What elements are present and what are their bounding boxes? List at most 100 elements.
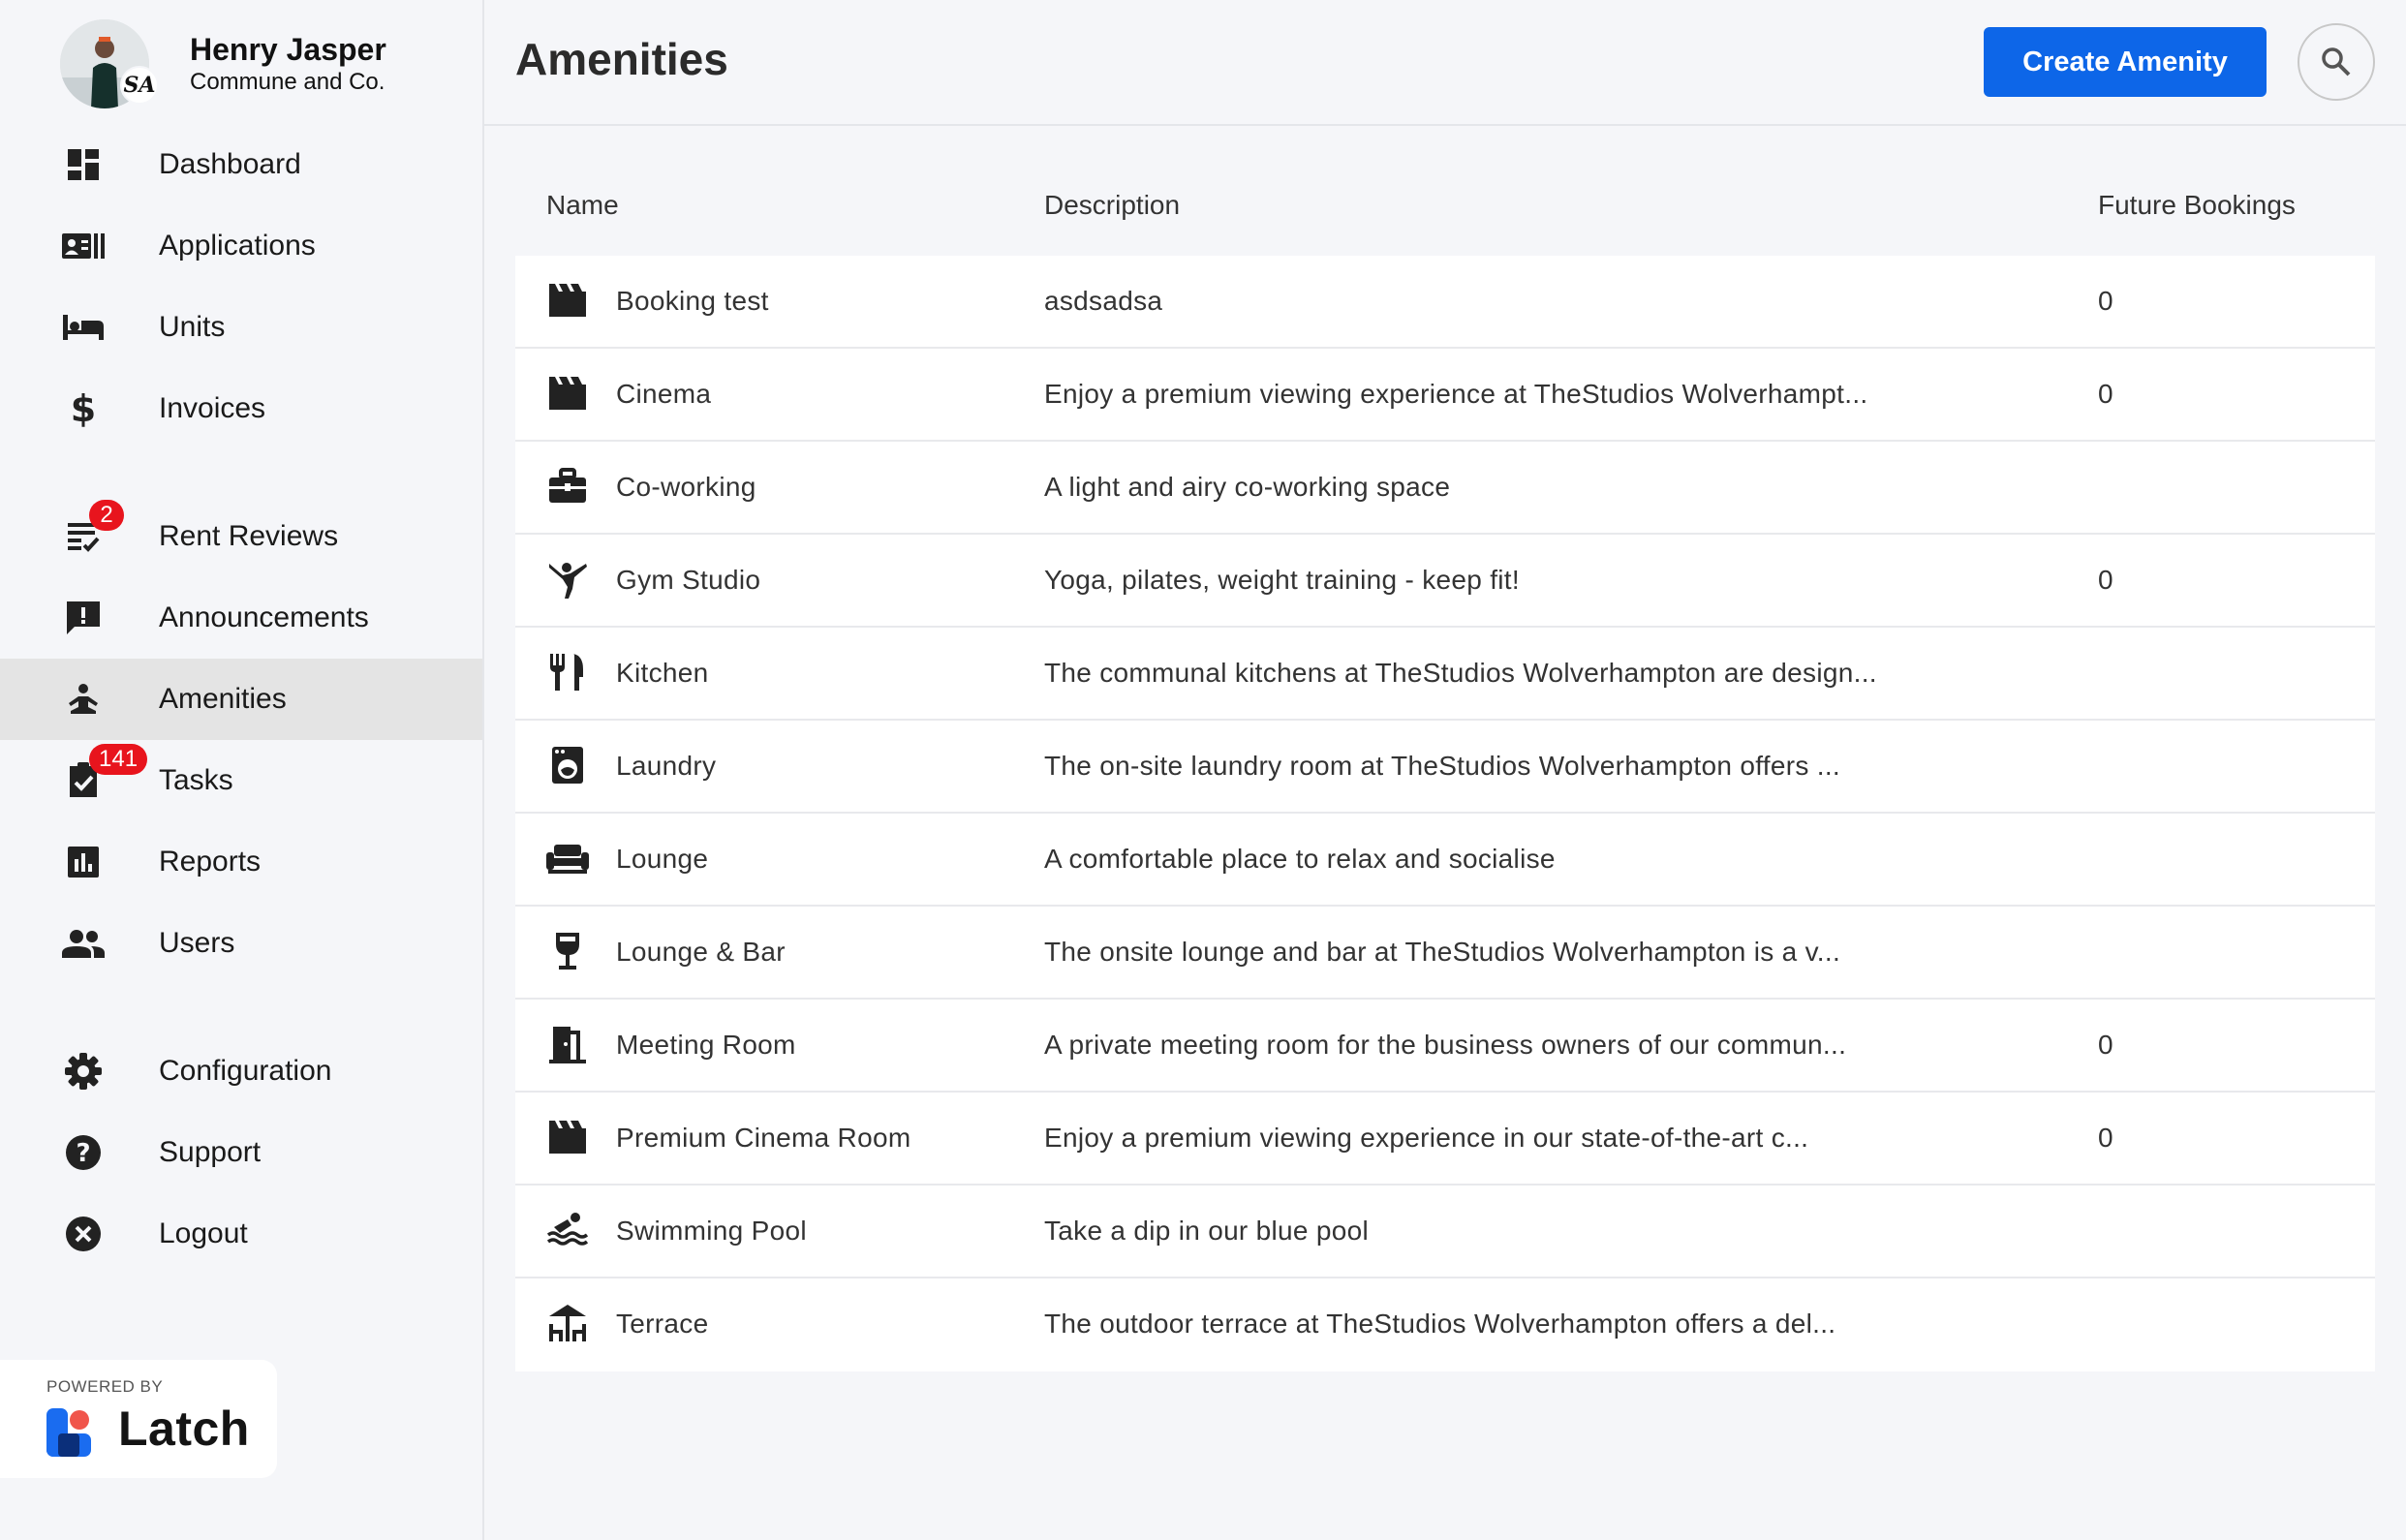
- door-icon: [546, 1023, 589, 1065]
- notification-badge: 2: [89, 500, 124, 531]
- column-header-future-bookings[interactable]: Future Bookings: [2098, 167, 2296, 244]
- future-bookings-count: 0: [2098, 379, 2113, 409]
- cutlery-icon: [546, 651, 589, 693]
- table-row[interactable]: Terrace The outdoor terrace at TheStudio…: [515, 1278, 2375, 1371]
- powered-by-label: POWERED BY: [46, 1377, 164, 1396]
- notification-badge: 141: [89, 744, 148, 775]
- nav-item-units[interactable]: Units: [0, 287, 482, 368]
- nav-item-invoices[interactable]: $ Invoices: [0, 368, 482, 449]
- table-row[interactable]: Gym Studio Yoga, pilates, weight trainin…: [515, 535, 2375, 628]
- amenity-name: Cinema: [616, 379, 712, 409]
- bar-chart-icon: [60, 843, 107, 881]
- nav-item-logout[interactable]: Logout: [0, 1193, 482, 1275]
- create-amenity-button[interactable]: Create Amenity: [1984, 27, 2267, 97]
- amenity-name: Booking test: [616, 286, 769, 316]
- wine-glass-icon: [546, 930, 589, 972]
- amenity-description: A comfortable place to relax and sociali…: [1044, 844, 1556, 874]
- amenity-name: Swimming Pool: [616, 1216, 807, 1246]
- user-profile[interactable]: SA Henry Jasper Commune and Co.: [60, 17, 386, 110]
- help-icon: ?: [60, 1133, 107, 1172]
- amenity-description: Yoga, pilates, weight training - keep fi…: [1044, 565, 1520, 595]
- search-icon: [2322, 47, 2351, 77]
- people-icon: [60, 924, 107, 963]
- future-bookings-count: 0: [2098, 565, 2113, 595]
- amenity-description: Enjoy a premium viewing experience at Th…: [1044, 379, 1868, 409]
- amenity-description: The onsite lounge and bar at TheStudios …: [1044, 937, 1841, 967]
- amenity-description: The outdoor terrace at TheStudios Wolver…: [1044, 1309, 1836, 1339]
- washing-machine-icon: [546, 744, 589, 786]
- table-row[interactable]: Cinema Enjoy a premium viewing experienc…: [515, 349, 2375, 442]
- gymnastics-icon: [546, 558, 589, 601]
- table-header: Name Description Future Bookings: [515, 167, 2375, 256]
- user-name: Henry Jasper: [190, 32, 386, 67]
- bed-icon: [60, 308, 107, 347]
- nav-item-applications[interactable]: Applications: [0, 205, 482, 287]
- dollar-icon: $: [60, 389, 107, 428]
- nav-label: Configuration: [159, 1055, 332, 1087]
- svg-text:?: ?: [76, 1139, 90, 1168]
- column-header-name[interactable]: Name: [546, 167, 619, 244]
- amenities-table: Name Description Future Bookings Booking…: [515, 167, 2375, 1371]
- amenity-name: Lounge & Bar: [616, 937, 786, 967]
- table-row[interactable]: Lounge A comfortable place to relax and …: [515, 814, 2375, 907]
- nav-label: Applications: [159, 230, 316, 262]
- table-row[interactable]: Laundry The on-site laundry room at TheS…: [515, 721, 2375, 814]
- amenity-description: The communal kitchens at TheStudios Wolv…: [1044, 658, 1877, 688]
- nav-item-users[interactable]: Users: [0, 903, 482, 984]
- table-row[interactable]: Meeting Room A private meeting room for …: [515, 1000, 2375, 1093]
- amenity-name: Laundry: [616, 751, 717, 781]
- powered-by-badge: POWERED BY Latch: [0, 1360, 277, 1478]
- amenity-name: Lounge: [616, 844, 709, 874]
- nav-label: Support: [159, 1136, 262, 1168]
- amenity-name: Premium Cinema Room: [616, 1123, 911, 1153]
- table-row[interactable]: Booking test asdsadsa 0: [515, 256, 2375, 349]
- nav-label: Invoices: [159, 392, 266, 424]
- table-row[interactable]: Lounge & Bar The onsite lounge and bar a…: [515, 907, 2375, 1000]
- nav-item-announcements[interactable]: Announcements: [0, 577, 482, 659]
- amenity-name: Co-working: [616, 472, 756, 502]
- nav-label: Rent Reviews: [159, 520, 339, 552]
- table-row[interactable]: Co-working A light and airy co-working s…: [515, 442, 2375, 535]
- avatar: SA: [60, 19, 159, 108]
- nav-item-rent-reviews[interactable]: 2 Rent Reviews: [0, 496, 482, 577]
- deck-icon: [546, 1302, 589, 1344]
- contacts-icon: [60, 227, 107, 265]
- amenity-name: Meeting Room: [616, 1030, 796, 1060]
- table-row[interactable]: Premium Cinema Room Enjoy a premium view…: [515, 1093, 2375, 1186]
- nav-item-dashboard[interactable]: Dashboard: [0, 124, 482, 205]
- table-row[interactable]: Swimming Pool Take a dip in our blue poo…: [515, 1186, 2375, 1278]
- clapperboard-icon: [546, 372, 589, 415]
- amenity-icon: [60, 680, 107, 719]
- nav-item-tasks[interactable]: 141 Tasks: [0, 740, 482, 821]
- user-company: Commune and Co.: [190, 69, 386, 95]
- nav-label: Announcements: [159, 601, 369, 633]
- nav-label: Amenities: [159, 683, 287, 715]
- clapperboard-icon: [546, 279, 589, 322]
- amenity-description: The on-site laundry room at TheStudios W…: [1044, 751, 1840, 781]
- nav-label: Reports: [159, 846, 262, 878]
- amenity-name: Gym Studio: [616, 565, 761, 595]
- svg-text:$: $: [71, 389, 96, 428]
- future-bookings-count: 0: [2098, 286, 2113, 316]
- sidebar: SA Henry Jasper Commune and Co. Dashboar…: [0, 0, 484, 1540]
- search-button[interactable]: [2298, 23, 2375, 101]
- organization-badge: SA: [120, 66, 159, 105]
- amenity-description: A light and airy co-working space: [1044, 472, 1451, 502]
- amenity-description: asdsadsa: [1044, 286, 1163, 316]
- page-header: Amenities Create Amenity: [484, 0, 2406, 126]
- nav-item-configuration[interactable]: Configuration: [0, 1031, 482, 1112]
- gear-icon: [60, 1052, 107, 1091]
- nav-item-amenities[interactable]: Amenities: [0, 659, 482, 740]
- nav-item-support[interactable]: ? Support: [0, 1112, 482, 1193]
- column-header-description[interactable]: Description: [1044, 167, 1180, 244]
- amenity-description: Enjoy a premium viewing experience in ou…: [1044, 1123, 1809, 1153]
- future-bookings-count: 0: [2098, 1030, 2113, 1060]
- nav-item-reports[interactable]: Reports: [0, 821, 482, 903]
- page-title: Amenities: [515, 34, 728, 84]
- table-row[interactable]: Kitchen The communal kitchens at TheStud…: [515, 628, 2375, 721]
- latch-wordmark: Latch: [118, 1401, 250, 1456]
- nav-label: Dashboard: [159, 148, 301, 180]
- amenity-name: Kitchen: [616, 658, 709, 688]
- announcement-icon: [60, 599, 107, 637]
- dashboard-icon: [60, 145, 107, 184]
